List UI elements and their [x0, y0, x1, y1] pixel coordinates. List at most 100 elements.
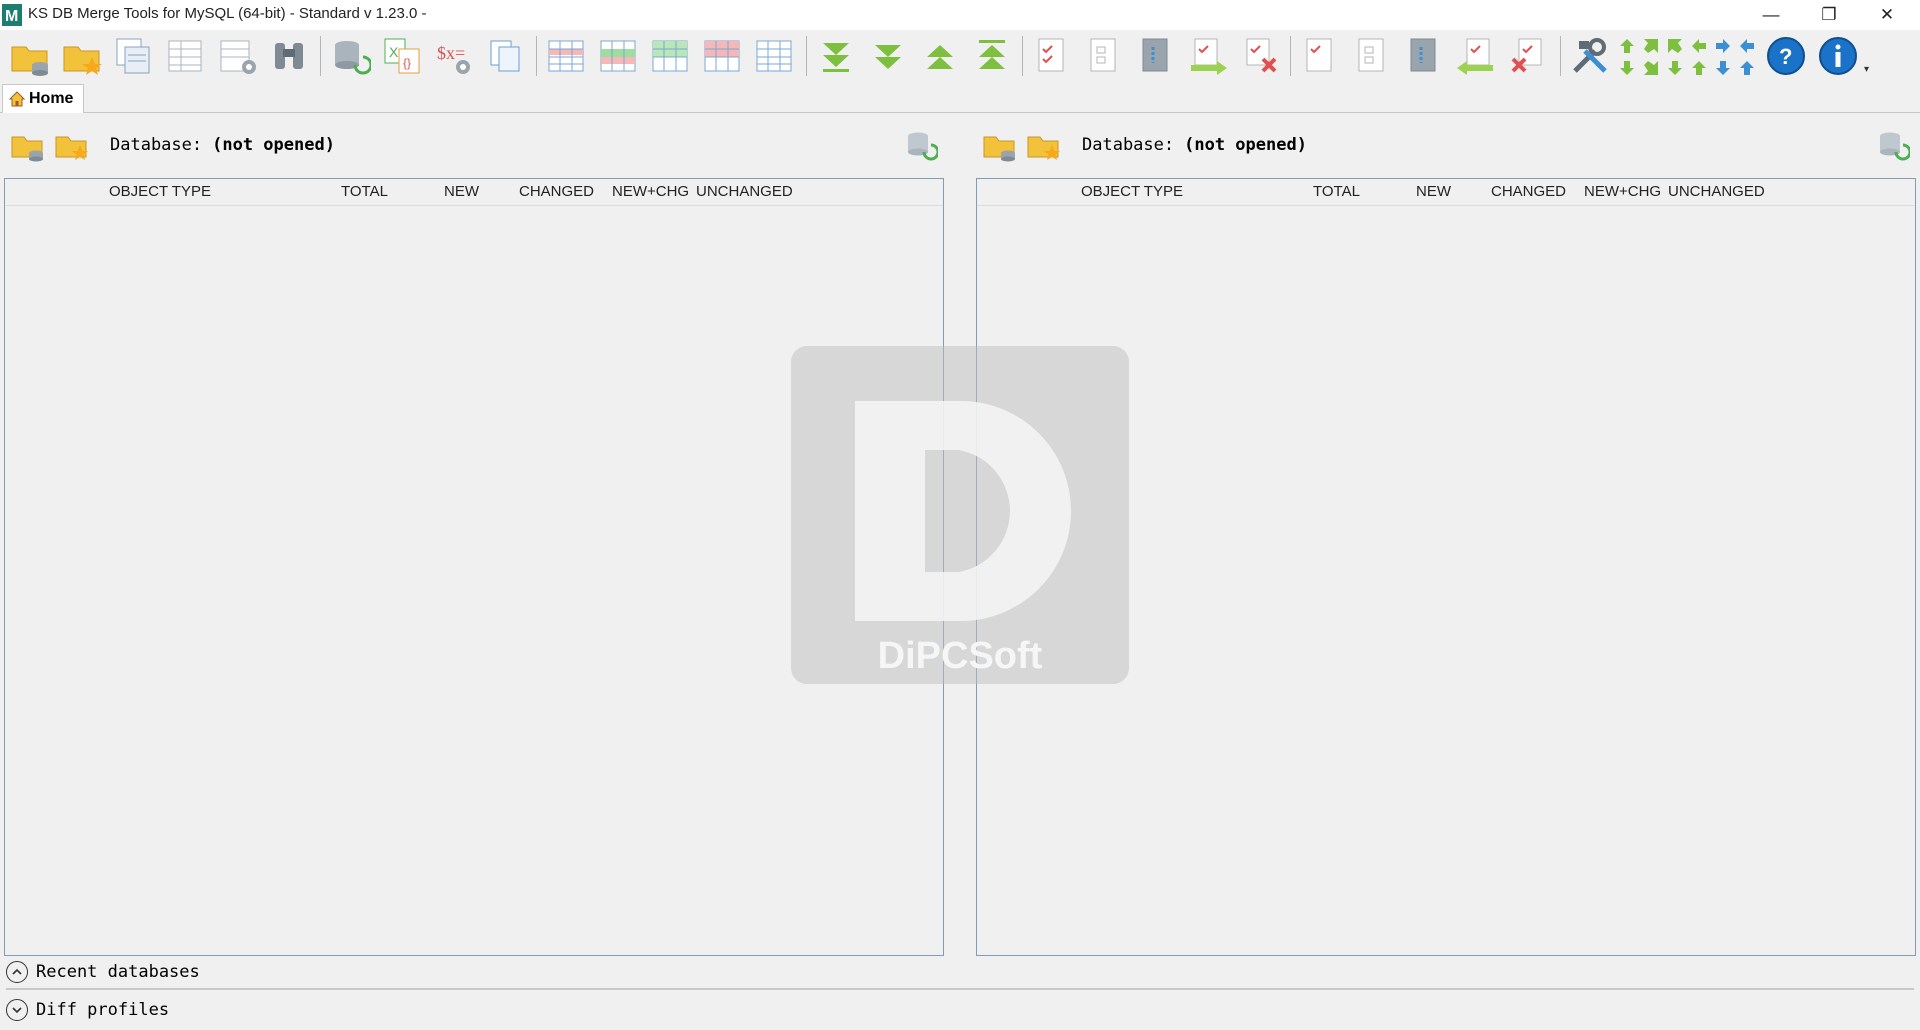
col-changed[interactable]: CHANGED	[1491, 183, 1566, 200]
grid-red-button[interactable]	[698, 33, 746, 79]
arrow-green-down-icon[interactable]	[1666, 59, 1684, 77]
grid-green-button[interactable]	[594, 33, 642, 79]
open-database-button[interactable]	[6, 33, 54, 79]
svg-text:X: X	[389, 44, 399, 60]
refresh-compare-button[interactable]	[326, 33, 374, 79]
prev-diff-button[interactable]	[916, 33, 964, 79]
chevron-up-icon[interactable]	[6, 961, 28, 983]
arrow-blue-left-icon[interactable]	[1738, 37, 1756, 55]
right-database-status: (not opened)	[1184, 135, 1307, 155]
check-doc-icon	[1038, 38, 1064, 72]
arrow-up-left-icon[interactable]	[1618, 37, 1636, 55]
grid-red-icon	[704, 40, 740, 72]
tools-button[interactable]	[1566, 33, 1614, 79]
grid-new-button[interactable]	[542, 33, 590, 79]
search-binoculars-icon	[275, 43, 303, 69]
section-divider	[6, 988, 1914, 990]
export-excel-button[interactable]: X {}	[378, 33, 426, 79]
toolbar-separator	[1560, 36, 1561, 76]
col-new-chg[interactable]: NEW+CHG	[612, 183, 689, 200]
check-doc-2-icon	[1306, 38, 1332, 72]
copy-objects-button[interactable]	[110, 33, 158, 79]
blank-doc-button[interactable]	[1080, 33, 1128, 79]
svg-text:{}: {}	[403, 56, 411, 70]
search-button[interactable]	[266, 33, 314, 79]
table-settings-button[interactable]	[214, 33, 262, 79]
help-button[interactable]: ?	[1762, 33, 1810, 79]
delete-right-button[interactable]	[1236, 33, 1284, 79]
col-new[interactable]: NEW	[1416, 183, 1451, 200]
left-open-database-icon[interactable]	[10, 127, 46, 163]
info-button[interactable]	[1814, 33, 1862, 79]
delete-left-button[interactable]	[1504, 33, 1552, 79]
right-database-label: Database:	[1082, 135, 1175, 155]
next-diff-button[interactable]	[864, 33, 912, 79]
tab-strip: Home	[0, 82, 1920, 113]
right-favorite-database-icon[interactable]	[1026, 127, 1062, 163]
copy-document-icon	[490, 40, 520, 72]
next-diff-down-button[interactable]	[812, 33, 860, 79]
left-favorite-database-icon[interactable]	[54, 127, 90, 163]
copy-right-button[interactable]	[1184, 33, 1232, 79]
toolbar-overflow-button[interactable]: ▾	[1864, 64, 1869, 75]
arrow-up-right-icon[interactable]	[1642, 37, 1660, 55]
col-changed[interactable]: CHANGED	[519, 183, 594, 200]
grid-all-button[interactable]	[750, 33, 798, 79]
check-doc-button[interactable]	[1028, 33, 1076, 79]
copy-left-button[interactable]	[1452, 33, 1500, 79]
right-refresh-icon[interactable]	[1876, 128, 1910, 162]
col-unchanged[interactable]: UNCHANGED	[1668, 183, 1765, 200]
doc-chain-2-button[interactable]	[1400, 33, 1448, 79]
query-table-button[interactable]	[162, 33, 210, 79]
left-column-header: OBJECT TYPE TOTAL NEW CHANGED NEW+CHG UN…	[5, 179, 943, 206]
prev-diff-up-button[interactable]	[968, 33, 1016, 79]
blank-doc-2-button[interactable]	[1348, 33, 1396, 79]
dipcsoft-watermark: DiPCSoft	[791, 346, 1129, 684]
prev-diff-up-icon	[979, 40, 1005, 69]
toolbar-separator	[1022, 36, 1023, 76]
col-new[interactable]: NEW	[444, 183, 479, 200]
copy-document-button[interactable]	[482, 33, 530, 79]
script-settings-button[interactable]: $x=	[430, 33, 478, 79]
col-total[interactable]: TOTAL	[1313, 183, 1360, 200]
left-database-status: (not opened)	[212, 135, 335, 155]
arrow-down-left-icon[interactable]	[1666, 37, 1684, 55]
watermark-brand: DiPCSoft	[878, 635, 1043, 677]
doc-chain-2-icon	[1410, 38, 1436, 72]
doc-chain-button[interactable]	[1132, 33, 1180, 79]
col-object-type[interactable]: OBJECT TYPE	[1081, 183, 1183, 200]
col-new-chg[interactable]: NEW+CHG	[1584, 183, 1661, 200]
home-icon	[9, 91, 25, 107]
col-total[interactable]: TOTAL	[341, 183, 388, 200]
favorite-database-button[interactable]	[58, 33, 106, 79]
arrow-blue-right-icon[interactable]	[1714, 37, 1732, 55]
arrow-blue-down-icon[interactable]	[1714, 59, 1732, 77]
recent-databases-section[interactable]: Recent databases	[6, 958, 200, 986]
arrow-left-icon[interactable]	[1690, 37, 1708, 55]
col-object-type[interactable]: OBJECT TYPE	[109, 183, 211, 200]
title-bar: M KS DB Merge Tools for MySQL (64-bit) -…	[0, 0, 1920, 30]
close-button[interactable]: ✕	[1858, 0, 1916, 30]
right-column-header: OBJECT TYPE TOTAL NEW CHANGED NEW+CHG UN…	[977, 179, 1915, 206]
svg-text:$x=: $x=	[437, 43, 465, 63]
arrow-blue-up-icon[interactable]	[1738, 59, 1756, 77]
toolbar-separator	[536, 36, 537, 76]
left-refresh-icon[interactable]	[904, 128, 938, 162]
tab-home[interactable]: Home	[2, 84, 85, 113]
chevron-down-icon[interactable]	[6, 999, 28, 1021]
minimize-button[interactable]: —	[1742, 0, 1800, 30]
arrow-down-icon[interactable]	[1618, 59, 1636, 77]
arrow-down-right-icon[interactable]	[1642, 59, 1660, 77]
diff-profiles-label: Diff profiles	[36, 1000, 170, 1020]
grid-all-icon	[756, 40, 792, 72]
dipcsoft-logo-icon: DiPCSoft	[855, 401, 1071, 677]
info-icon	[1819, 37, 1857, 75]
right-open-database-icon[interactable]	[982, 127, 1018, 163]
next-diff-down-icon	[823, 43, 849, 72]
check-doc-2-button[interactable]	[1296, 33, 1344, 79]
diff-profiles-section[interactable]: Diff profiles	[6, 996, 169, 1024]
restore-button[interactable]: ❐	[1800, 0, 1858, 30]
grid-changed-button[interactable]	[646, 33, 694, 79]
arrow-green-up-icon[interactable]	[1690, 59, 1708, 77]
col-unchanged[interactable]: UNCHANGED	[696, 183, 793, 200]
